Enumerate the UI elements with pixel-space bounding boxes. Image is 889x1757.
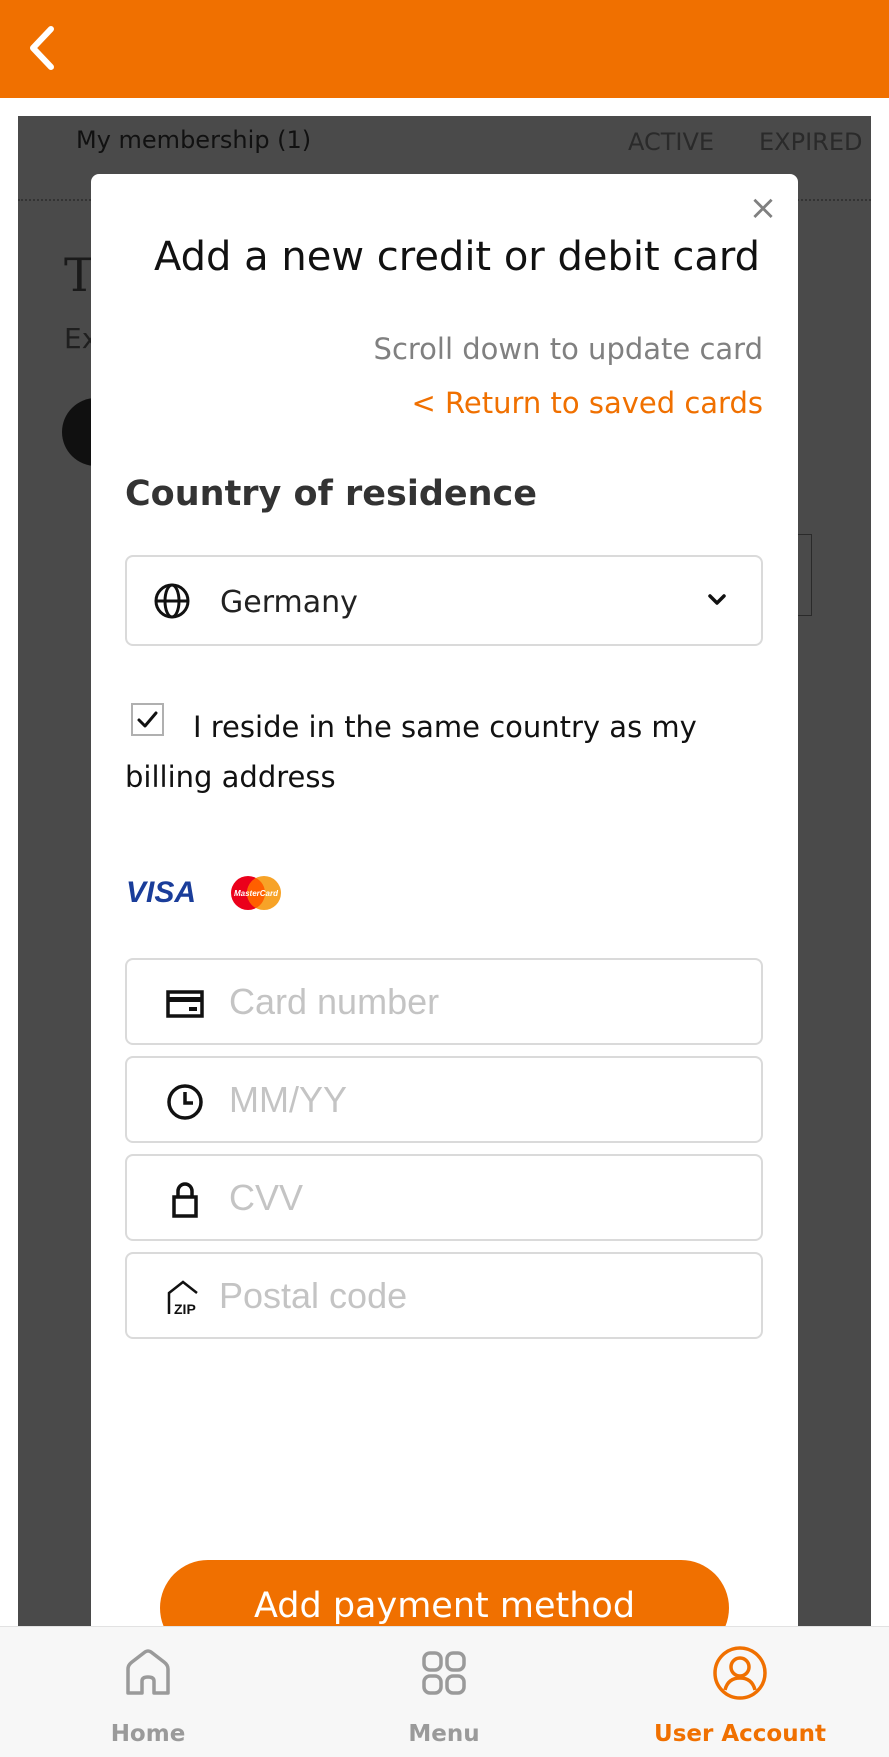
visa-logo: VISA <box>126 876 197 909</box>
globe-icon <box>154 583 190 619</box>
expiry-input[interactable]: MM/YY <box>125 1056 763 1143</box>
mastercard-logo: MasterCard <box>231 876 281 910</box>
back-button[interactable] <box>14 18 70 78</box>
tab-expired: EXPIRED <box>759 128 863 156</box>
chevron-left-icon <box>30 26 54 70</box>
close-button[interactable]: × <box>745 190 781 226</box>
chevron-down-icon <box>708 594 726 605</box>
cvv-input[interactable]: CVV <box>125 1154 763 1241</box>
membership-count-label: My membership (1) <box>76 126 312 154</box>
modal-title: Add a new credit or debit card <box>153 234 760 280</box>
card-number-placeholder: Card number <box>229 981 440 1022</box>
nav-user-account-label: User Account <box>654 1721 826 1747</box>
nav-menu[interactable]: Menu <box>344 1627 544 1757</box>
clock-icon <box>167 1084 203 1120</box>
nav-user-account[interactable]: User Account <box>640 1627 840 1757</box>
nav-home[interactable]: Home <box>48 1627 248 1757</box>
scroll-hint: Scroll down to update card <box>373 332 763 366</box>
card-number-input[interactable]: Card number <box>125 958 763 1045</box>
country-select-value: Germany <box>220 585 358 620</box>
mastercard-text: MasterCard <box>234 889 279 898</box>
checkmark-icon <box>137 711 158 728</box>
lock-icon <box>172 1182 198 1218</box>
bottom-navigation: Home Menu User Account <box>0 1626 889 1757</box>
nav-home-label: Home <box>110 1721 186 1747</box>
credit-card-icon <box>166 990 204 1018</box>
user-icon <box>713 1646 767 1700</box>
svg-text:ZIP: ZIP <box>174 1301 196 1317</box>
grid-icon <box>422 1651 466 1695</box>
expiry-placeholder: MM/YY <box>229 1079 348 1120</box>
top-app-bar <box>0 0 889 98</box>
postal-code-input[interactable]: ZIP Postal code <box>125 1252 763 1339</box>
zip-home-icon: ZIP <box>167 1280 198 1317</box>
home-icon <box>126 1649 170 1695</box>
return-to-saved-cards-link[interactable]: < Return to saved cards <box>300 386 763 420</box>
country-section-title: Country of residence <box>125 474 538 514</box>
nav-menu-label: Menu <box>408 1721 480 1747</box>
add-payment-method-label: Add payment method <box>253 1586 636 1626</box>
tab-active: ACTIVE <box>628 128 715 156</box>
cvv-placeholder: CVV <box>229 1177 304 1218</box>
country-select[interactable]: Germany <box>125 555 763 646</box>
same-country-checkbox[interactable] <box>131 703 164 736</box>
postal-code-placeholder: Postal code <box>219 1275 408 1316</box>
same-country-checkbox-label: I reside in the same country as my billi… <box>125 710 697 794</box>
